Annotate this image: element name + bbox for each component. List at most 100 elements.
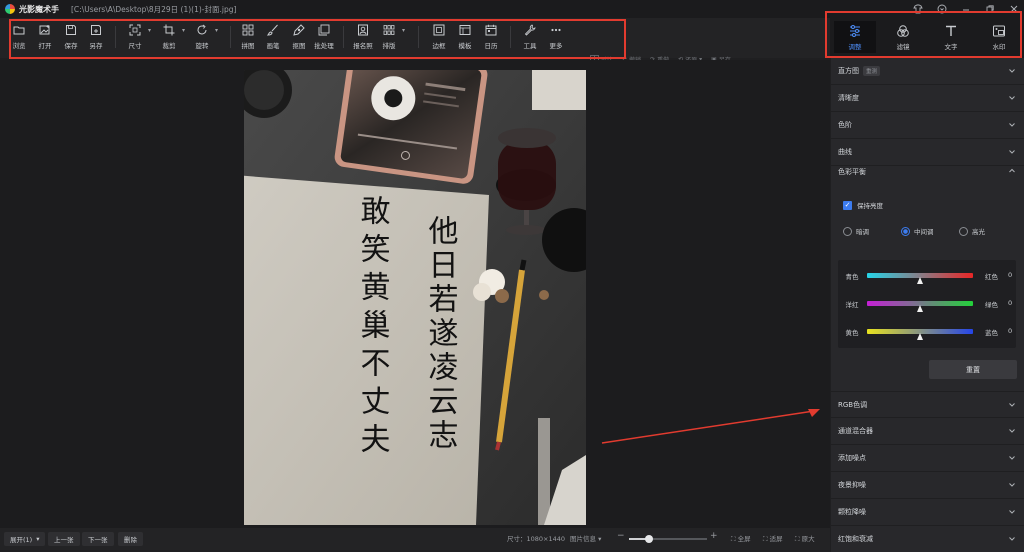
- calligraphy-left-column: 敢笑黄巢不丈夫: [355, 195, 390, 461]
- radio-midtones[interactable]: 中间调: [901, 226, 934, 236]
- window-controls: [912, 0, 1020, 18]
- original-size-button[interactable]: ⛶ 原大: [795, 533, 815, 544]
- radio-shadows[interactable]: 暗调: [843, 226, 869, 236]
- sliders-icon: [850, 25, 860, 37]
- image-size: 尺寸：1080×1440: [507, 535, 566, 543]
- chevron-down-icon: [1009, 510, 1015, 514]
- chevron-down-icon: [1009, 537, 1015, 541]
- section-levels[interactable]: 色阶: [831, 112, 1024, 139]
- section-rgb-tone[interactable]: RGB色调: [831, 391, 1024, 418]
- expand-button[interactable]: 展开(1) ▾: [4, 532, 46, 546]
- section-night-denoise[interactable]: 夜景抑噪: [831, 472, 1024, 499]
- section-red-saturation-decay[interactable]: 红饱和衰减: [831, 526, 1024, 552]
- tab-filter[interactable]: 滤镜: [882, 21, 924, 53]
- id-photo-button[interactable]: 报名照: [349, 22, 377, 52]
- yellow-blue-thumb[interactable]: [916, 333, 923, 340]
- template-button[interactable]: 模板: [451, 22, 479, 52]
- toolbar-divider: [510, 26, 511, 48]
- cyan-red-thumb[interactable]: [916, 277, 923, 284]
- tab-adjust[interactable]: 调整: [834, 21, 876, 53]
- open-button[interactable]: 打开: [31, 22, 59, 52]
- close-icon[interactable]: [1008, 3, 1020, 15]
- chevron-down-icon: ▾: [36, 535, 40, 543]
- save-as-icon: [91, 25, 101, 35]
- collage-button[interactable]: 拼图: [234, 22, 262, 52]
- rotate-dropdown-icon[interactable]: ▾: [215, 27, 218, 34]
- tools-button[interactable]: 工具: [516, 22, 544, 52]
- zoom-slider-thumb[interactable]: [644, 535, 653, 543]
- skin-icon[interactable]: [912, 3, 924, 15]
- section-histogram[interactable]: 直方图 重测: [831, 58, 1024, 85]
- folder-icon: [13, 26, 25, 35]
- layout-button[interactable]: 排版: [375, 22, 403, 52]
- section-color-balance[interactable]: 色彩平衡: [831, 158, 1024, 185]
- tab-text[interactable]: 文字: [930, 21, 972, 53]
- zoom-slider[interactable]: [629, 535, 707, 543]
- photo-preview[interactable]: 他日若遂凌云志 敢笑黄巢不丈夫: [244, 70, 586, 525]
- resize-button[interactable]: 尺寸: [121, 22, 149, 52]
- fullscreen-icon: ⛶: [731, 535, 736, 543]
- crop-button[interactable]: 裁剪: [155, 22, 183, 52]
- chevron-down-icon: [1009, 403, 1015, 407]
- browse-button[interactable]: 浏览: [5, 22, 33, 52]
- section-clarity[interactable]: 清晰度: [831, 85, 1024, 112]
- filter-icon: [897, 25, 909, 37]
- image-info-button[interactable]: 图片信息 ▾: [570, 533, 601, 543]
- resize-icon: [129, 24, 141, 36]
- frame-button[interactable]: 边框: [425, 22, 453, 52]
- id-photo-icon: [358, 24, 368, 36]
- rotate-icon: [197, 24, 207, 35]
- restore-icon[interactable]: [984, 3, 996, 15]
- tab-watermark[interactable]: 水印: [978, 21, 1020, 53]
- zoom-in-icon[interactable]: +: [710, 531, 718, 541]
- more-button[interactable]: 更多: [542, 22, 570, 52]
- rotate-button[interactable]: 旋转: [188, 22, 216, 52]
- calendar-button[interactable]: 日历: [477, 22, 505, 52]
- menu-icon[interactable]: [936, 3, 948, 15]
- delete-button[interactable]: 删除: [118, 532, 143, 546]
- section-add-noise[interactable]: 添加噪点: [831, 445, 1024, 472]
- slider-cyan-red[interactable]: 青色 红色 0: [838, 270, 1016, 284]
- save-icon: [66, 25, 76, 35]
- toolbar-divider: [418, 26, 419, 48]
- brush-button[interactable]: 画笔: [259, 22, 287, 52]
- histogram-badge[interactable]: 重测: [863, 66, 881, 76]
- radio-highlights[interactable]: 高光: [959, 226, 985, 236]
- keep-brightness-checkbox[interactable]: ✓ 保持亮度: [843, 200, 883, 210]
- minimize-icon[interactable]: [960, 3, 972, 15]
- adjust-panel: 直方图 重测 清晰度 色阶 曲线 色彩平衡 ✓ 保持亮度 暗调 中间调 高光 青…: [831, 58, 1024, 552]
- right-panel-tabs: 调整 滤镜 文字 水印: [830, 18, 1024, 58]
- crop-dropdown-icon[interactable]: ▾: [182, 27, 185, 34]
- section-grain-denoise[interactable]: 颗粒降噪: [831, 499, 1024, 526]
- template-icon: [459, 25, 471, 35]
- chevron-down-icon: [1009, 429, 1015, 433]
- next-image-button[interactable]: 下一张: [82, 532, 114, 546]
- zoom-out-icon[interactable]: −: [617, 531, 625, 541]
- slider-magenta-green[interactable]: 洋红 绿色 0: [838, 298, 1016, 312]
- chevron-down-icon: [1009, 150, 1015, 154]
- save-button[interactable]: 保存: [57, 22, 85, 52]
- slider-yellow-blue[interactable]: 黄色 蓝色 0: [838, 326, 1016, 340]
- magenta-green-thumb[interactable]: [916, 305, 923, 312]
- fit-screen-button[interactable]: ⛶ 适屏: [763, 533, 783, 544]
- fullscreen-button[interactable]: ⛶ 全屏: [731, 533, 751, 544]
- reset-button[interactable]: 重置: [929, 360, 1017, 379]
- layout-dropdown-icon[interactable]: ▾: [402, 27, 405, 34]
- section-channel-mixer[interactable]: 通道混合器: [831, 418, 1024, 445]
- text-icon: [946, 25, 956, 36]
- collage-icon: [242, 24, 254, 36]
- app-name: 光影魔术手: [19, 4, 59, 14]
- toolbar-divider: [115, 26, 116, 48]
- cutout-button[interactable]: 抠图: [285, 22, 313, 52]
- resize-dropdown-icon[interactable]: ▾: [148, 27, 151, 34]
- fit-screen-icon: ⛶: [763, 535, 768, 543]
- chevron-down-icon: [1009, 456, 1015, 460]
- file-path: [C:\Users\A\Desktop\8月29日 (1)(1)-封面.jpg]: [71, 4, 237, 14]
- prev-image-button[interactable]: 上一张: [48, 532, 80, 546]
- batch-button[interactable]: 批处理: [310, 22, 338, 52]
- title-bar: 光影魔术手 [C:\Users\A\Desktop\8月29日 (1)(1)-封…: [0, 0, 1024, 18]
- save-as-button[interactable]: 另存: [82, 22, 110, 52]
- layout-icon: [383, 25, 395, 35]
- image-open-icon: [39, 25, 50, 35]
- chevron-down-icon: [1009, 123, 1015, 127]
